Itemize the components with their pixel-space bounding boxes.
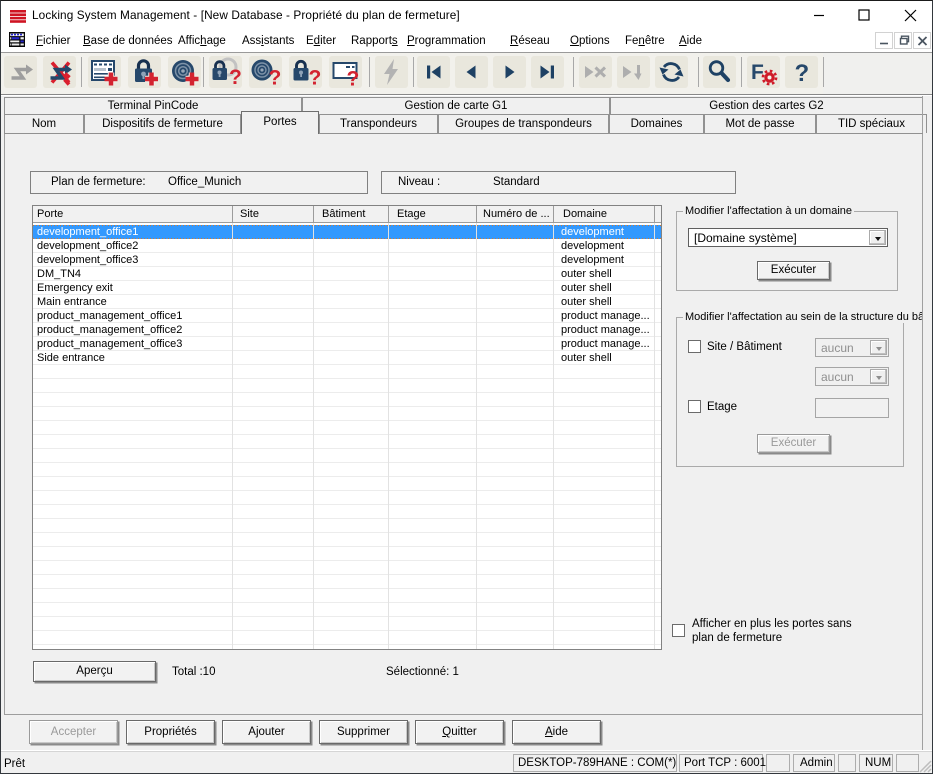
- svg-text:?: ?: [309, 67, 322, 89]
- svg-text:?: ?: [229, 66, 242, 88]
- svg-text:?: ?: [347, 68, 360, 89]
- svg-text:?: ?: [795, 60, 810, 87]
- svg-text:F: F: [751, 61, 764, 84]
- svg-text:?: ?: [269, 67, 282, 89]
